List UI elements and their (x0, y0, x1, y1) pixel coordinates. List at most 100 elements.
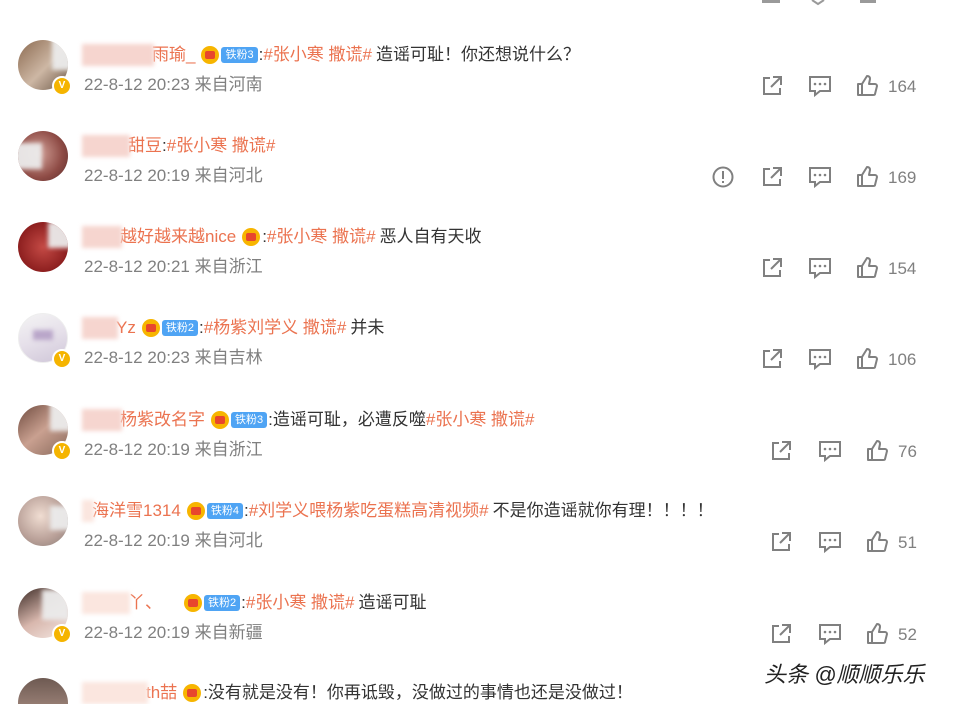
comment-meta: 22-8-12 20:19 来自河北 (84, 529, 263, 553)
topic-link[interactable]: #张小寒 撒谎# (263, 43, 372, 67)
comment-meta: 22-8-12 20:23 来自河南 (84, 73, 263, 97)
comment-item: 甜豆 : #张小寒 撒谎# 22-8-12 20:19 来自河北 169 (0, 131, 958, 223)
comment-text: 并未 (350, 318, 385, 337)
crown-icon (141, 319, 160, 337)
comment-icon[interactable] (807, 73, 833, 99)
crown-icon (183, 684, 202, 702)
like-icon[interactable] (855, 255, 879, 281)
comment-meta: 22-8-12 20:19 来自浙江 (84, 438, 263, 462)
crown-icon (186, 502, 205, 520)
topic-link[interactable]: #刘学义喂杨紫吃蛋糕高清视频# (249, 499, 489, 523)
comment-text: 没有就是没有！你再诋毁，没做过的事情也还是没做过！ (207, 683, 633, 702)
watermark: 头条 @顺顺乐乐 (764, 662, 925, 687)
comment-meta: 22-8-12 20:23 来自吉林 (84, 346, 263, 370)
comment-item: V Yz 铁粉2 : #杨紫刘学义 撒谎# 并未 22-8-12 20:23 来… (0, 313, 958, 405)
comment-icon[interactable] (817, 621, 843, 647)
comment-icon[interactable] (817, 438, 843, 464)
comment-icon[interactable] (817, 529, 843, 555)
avatar[interactable] (18, 678, 68, 704)
username[interactable]: 海洋雪1314 (92, 499, 181, 523)
comment-icon[interactable] (807, 346, 833, 372)
username[interactable]: Yz (116, 316, 136, 340)
username[interactable]: 丫、 (128, 591, 162, 615)
like-count: 52 (898, 625, 917, 644)
like-count: 106 (888, 350, 917, 369)
comment-meta: 22-8-12 20:19 来自河北 (84, 164, 263, 188)
like-icon[interactable] (865, 621, 889, 647)
like-icon[interactable] (855, 73, 879, 99)
comment-item: V 杨紫改名字 铁粉3 : 造谣可耻，必遭反噬 #张小寒 撒谎# 22-8-12… (0, 405, 958, 497)
comment-text: 造谣可耻，必遭反噬 (272, 410, 426, 429)
topic-link[interactable]: #张小寒 撒谎# (246, 591, 355, 615)
share-icon[interactable] (769, 621, 793, 647)
like-icon[interactable] (865, 438, 889, 464)
avatar[interactable] (18, 131, 68, 181)
share-icon[interactable] (760, 346, 784, 372)
topic-link[interactable]: #杨紫刘学义 撒谎# (204, 316, 347, 340)
verified-badge-icon: V (52, 441, 72, 461)
avatar[interactable] (18, 222, 68, 272)
comment-time: 22-8-12 20:23 (84, 348, 190, 367)
like-count: 169 (888, 168, 917, 187)
comment-time: 22-8-12 20:19 (84, 531, 190, 550)
verified-badge-icon: V (52, 624, 72, 644)
comment-location: 来自河北 (194, 166, 263, 185)
redacted-name (82, 500, 94, 522)
comment-time: 22-8-12 20:21 (84, 257, 190, 276)
share-icon[interactable] (760, 73, 784, 99)
topic-link[interactable]: #张小寒 撒谎# (426, 408, 535, 432)
like-icon[interactable] (855, 164, 879, 190)
crown-icon (211, 411, 229, 429)
redacted-name (82, 135, 130, 157)
fan-level-badge[interactable]: 铁粉4 (206, 503, 243, 519)
like-count: 51 (898, 533, 917, 552)
comment-location: 来自吉林 (194, 348, 263, 367)
username[interactable]: 雨瑜_ (152, 43, 195, 67)
comment-icon[interactable] (807, 164, 833, 190)
crown-icon (242, 228, 261, 246)
fan-level-badge[interactable]: 铁粉2 (161, 320, 198, 336)
comment-time: 22-8-12 20:19 (84, 623, 190, 642)
redacted-name (82, 44, 154, 66)
verified-badge-icon: V (52, 76, 72, 96)
comment-time: 22-8-12 20:23 (84, 75, 190, 94)
comment-time: 22-8-12 20:19 (84, 166, 190, 185)
redacted-name (82, 409, 122, 431)
redacted-name (82, 682, 148, 704)
topic-link[interactable]: #张小寒 撒谎# (167, 134, 276, 158)
comment-meta: 22-8-12 20:19 来自新疆 (84, 621, 263, 645)
comment-icon[interactable] (807, 255, 833, 281)
comment-text: 造谣可耻！你还想说什么？ (375, 45, 580, 64)
comment-location: 来自新疆 (194, 623, 263, 642)
comment-location: 来自浙江 (194, 257, 263, 276)
fan-level-badge[interactable]: 铁粉2 (204, 595, 241, 611)
username[interactable]: th喆 (146, 681, 177, 704)
comment-meta: 22-8-12 20:21 来自浙江 (84, 255, 263, 279)
redacted-name (82, 317, 118, 339)
fan-level-badge[interactable]: 铁粉3 (221, 47, 258, 63)
comment-item: 越好越来越nice : #张小寒 撒谎# 恶人自有天收 22-8-12 20:2… (0, 222, 958, 314)
username[interactable]: 甜豆 (128, 134, 162, 158)
like-count: 164 (888, 77, 917, 96)
crown-icon (184, 594, 202, 612)
like-icon[interactable] (865, 529, 889, 555)
redacted-name (82, 592, 130, 614)
share-icon[interactable] (769, 438, 793, 464)
verified-badge-icon: V (52, 349, 72, 369)
avatar[interactable] (18, 496, 68, 546)
username[interactable]: 越好越来越nice (120, 225, 236, 249)
comment-text: 造谣可耻 (358, 593, 427, 612)
like-count: 154 (888, 259, 917, 278)
comment-text: 恶人自有天收 (379, 227, 482, 246)
report-icon[interactable] (711, 164, 735, 190)
previous-comment-actions (0, 0, 958, 10)
share-icon[interactable] (760, 255, 784, 281)
crown-icon (201, 46, 220, 64)
username[interactable]: 杨紫改名字 (120, 408, 205, 432)
fan-level-badge[interactable]: 铁粉3 (231, 412, 268, 428)
share-icon[interactable] (769, 529, 793, 555)
comment-location: 来自浙江 (194, 440, 263, 459)
share-icon[interactable] (760, 164, 784, 190)
topic-link[interactable]: #张小寒 撒谎# (267, 225, 376, 249)
like-icon[interactable] (855, 346, 879, 372)
